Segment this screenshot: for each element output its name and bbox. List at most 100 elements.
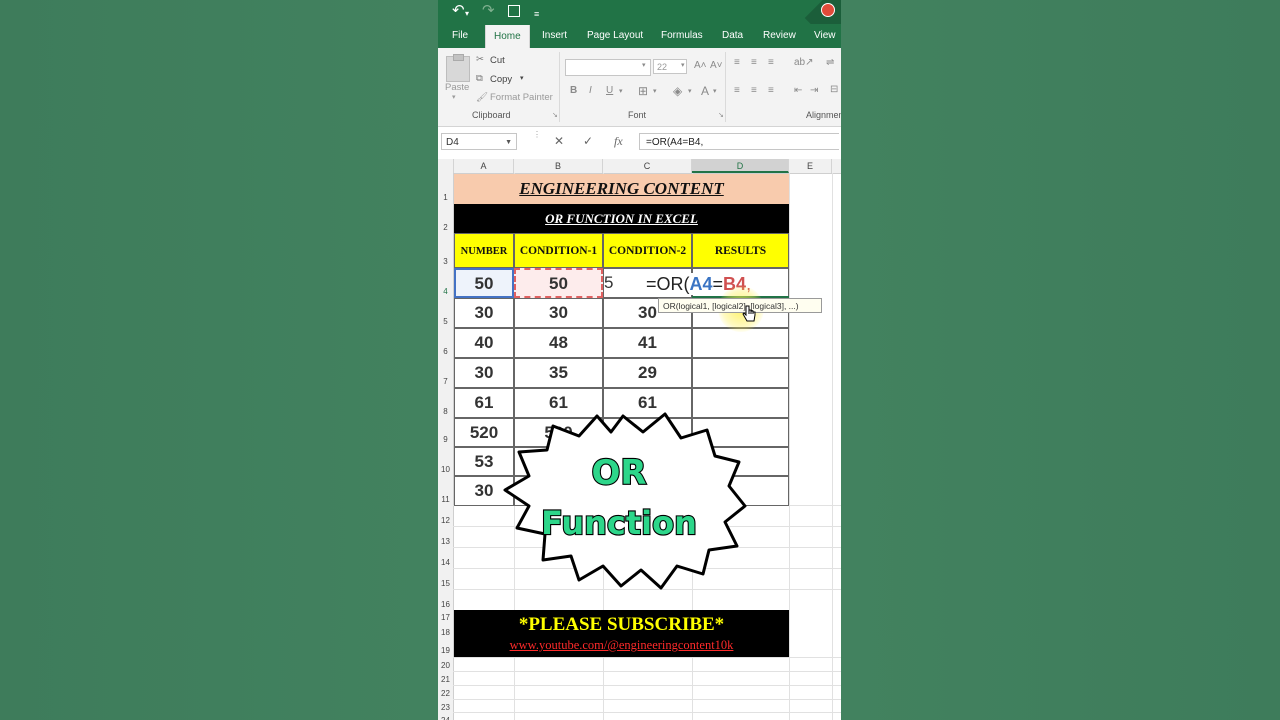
undo-dropdown-icon[interactable]: ▾ [465, 6, 469, 22]
row-header-11[interactable]: 11 [438, 495, 453, 504]
underline-dropdown-icon[interactable]: ▾ [619, 87, 623, 95]
row-header-7[interactable]: 7 [438, 377, 453, 386]
row-header-21[interactable]: 21 [438, 675, 453, 684]
font-launcher-icon[interactable]: ↘ [718, 111, 724, 119]
font-color-icon[interactable]: A [701, 84, 709, 98]
name-box-dropdown-icon[interactable]: ▼ [505, 134, 512, 151]
borders-icon[interactable]: ⊞ [638, 84, 648, 98]
row-header-14[interactable]: 14 [438, 558, 453, 567]
cell-c6[interactable]: 41 [603, 328, 692, 358]
cell-b7[interactable]: 35 [514, 358, 603, 388]
sheet-title[interactable]: ENGINEERING CONTENT [454, 174, 789, 204]
row-header-1[interactable]: 1 [438, 193, 453, 202]
increase-indent-icon[interactable]: ⇥ [810, 85, 818, 96]
save-icon[interactable] [508, 5, 520, 17]
tab-view[interactable]: View [814, 24, 836, 48]
column-header-d[interactable]: D [692, 159, 789, 173]
paste-icon[interactable] [446, 54, 470, 82]
row-header-17[interactable]: 17 [438, 613, 453, 622]
customize-qat-icon[interactable]: ≡ [534, 6, 539, 22]
row-header-23[interactable]: 23 [438, 703, 453, 712]
paste-dropdown-icon[interactable]: ▾ [452, 93, 456, 101]
increase-font-icon[interactable]: A˄ [694, 60, 707, 71]
select-all-corner[interactable] [438, 159, 454, 173]
cell-a5[interactable]: 30 [454, 298, 514, 328]
align-top-icon[interactable]: ≡ [734, 57, 740, 68]
cell-a7[interactable]: 30 [454, 358, 514, 388]
tab-file[interactable]: File [452, 24, 468, 48]
font-size-dropdown-icon[interactable]: ▾ [681, 61, 685, 69]
row-header-10[interactable]: 10 [438, 465, 453, 474]
header-number[interactable]: NUMBER [454, 233, 514, 268]
italic-button[interactable]: I [589, 85, 592, 96]
header-results[interactable]: RESULTS [692, 233, 789, 268]
font-color-dropdown-icon[interactable]: ▾ [713, 87, 717, 95]
merge-center-icon[interactable]: ⊟ [830, 84, 838, 95]
redo-icon[interactable]: ↷ [482, 3, 495, 19]
row-header-22[interactable]: 22 [438, 689, 453, 698]
cell-d6[interactable] [692, 328, 789, 358]
column-header-b[interactable]: B [514, 159, 603, 173]
row-header-15[interactable]: 15 [438, 579, 453, 588]
row-header-24[interactable]: 24 [438, 716, 453, 720]
tab-review[interactable]: Review [763, 24, 796, 48]
enter-icon[interactable]: ✓ [583, 134, 593, 148]
row-header-3[interactable]: 3 [438, 257, 453, 266]
clipboard-launcher-icon[interactable]: ↘ [552, 111, 558, 119]
row-header-4[interactable]: 4 [438, 287, 453, 296]
row-header-12[interactable]: 12 [438, 516, 453, 525]
copy-dropdown-icon[interactable]: ▾ [520, 74, 524, 82]
row-header-16[interactable]: 16 [438, 600, 453, 609]
cell-d7[interactable] [692, 358, 789, 388]
row-header-2[interactable]: 2 [438, 223, 453, 232]
row-header-13[interactable]: 13 [438, 537, 453, 546]
header-condition-1[interactable]: CONDITION-1 [514, 233, 603, 268]
fill-color-icon[interactable]: ◈ [673, 84, 682, 98]
cancel-icon[interactable]: ✕ [554, 134, 564, 148]
align-middle-icon[interactable]: ≡ [751, 57, 757, 68]
row-header-9[interactable]: 9 [438, 435, 453, 444]
undo-icon[interactable]: ↶ [452, 3, 465, 19]
decrease-font-icon[interactable]: A˅ [710, 60, 723, 71]
tab-data[interactable]: Data [722, 24, 743, 48]
cell-b5[interactable]: 30 [514, 298, 603, 328]
column-header-e[interactable]: E [789, 159, 832, 173]
underline-button[interactable]: U [606, 85, 613, 96]
row-header-18[interactable]: 18 [438, 628, 453, 637]
tab-home[interactable]: Home [485, 25, 530, 48]
cell-b6[interactable]: 48 [514, 328, 603, 358]
insert-function-icon[interactable]: fx [614, 134, 623, 149]
decrease-indent-icon[interactable]: ⇤ [794, 85, 802, 96]
row-header-8[interactable]: 8 [438, 407, 453, 416]
row-header-19[interactable]: 19 [438, 646, 453, 655]
tab-insert[interactable]: Insert [542, 24, 567, 48]
align-bottom-icon[interactable]: ≡ [768, 57, 774, 68]
function-tooltip[interactable]: OR(logical1, [logical2], [logical3], ...… [658, 298, 822, 313]
cut-button[interactable]: Cut [490, 55, 505, 66]
borders-dropdown-icon[interactable]: ▾ [653, 87, 657, 95]
cell-a6[interactable]: 40 [454, 328, 514, 358]
name-box[interactable]: D4 ▼ [441, 133, 517, 150]
tab-page-layout[interactable]: Page Layout [587, 24, 643, 48]
channel-link[interactable]: www.youtube.com/@engineeringcontent10k [454, 638, 789, 652]
formula-input[interactable]: =OR(A4=B4, [639, 133, 839, 150]
wrap-text-icon[interactable]: ⇌ [826, 57, 834, 68]
sheet-subtitle[interactable]: OR FUNCTION IN EXCEL [454, 204, 789, 233]
align-left-icon[interactable]: ≡ [734, 85, 740, 96]
cell-b4[interactable]: 50 [514, 268, 603, 298]
row-header-20[interactable]: 20 [438, 661, 453, 670]
align-center-icon[interactable]: ≡ [751, 85, 757, 96]
cell-a4[interactable]: 50 [454, 268, 514, 298]
cell-c7[interactable]: 29 [603, 358, 692, 388]
column-header-c[interactable]: C [603, 159, 692, 173]
font-name-box[interactable] [565, 59, 651, 76]
format-painter-button[interactable]: Format Painter [490, 92, 553, 103]
header-condition-2[interactable]: CONDITION-2 [603, 233, 692, 268]
paste-button[interactable]: Paste [445, 82, 469, 93]
fill-color-dropdown-icon[interactable]: ▾ [688, 87, 692, 95]
align-right-icon[interactable]: ≡ [768, 85, 774, 96]
bold-button[interactable]: B [570, 85, 577, 96]
orientation-icon[interactable]: ab↗ [794, 57, 814, 68]
copy-button[interactable]: Copy [490, 74, 512, 85]
column-header-a[interactable]: A [454, 159, 514, 173]
